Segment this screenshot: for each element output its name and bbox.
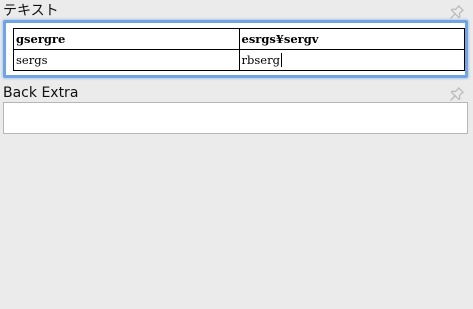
table-cell[interactable]: sergs bbox=[13, 49, 240, 71]
table-row: sergs rbserg bbox=[13, 49, 465, 71]
table-header-row: gsergre esrgs¥sergv bbox=[13, 28, 465, 50]
table-cell[interactable]: esrgs¥sergv bbox=[238, 28, 465, 50]
pin-icon[interactable] bbox=[449, 86, 465, 102]
field-label-text: テキスト bbox=[3, 3, 59, 19]
table-cell-text: rbserg bbox=[241, 53, 280, 67]
field-editor-back-extra[interactable] bbox=[3, 102, 468, 134]
table-cell[interactable]: gsergre bbox=[13, 28, 240, 50]
table-cell-active[interactable]: rbserg bbox=[238, 49, 465, 71]
field-editor-text[interactable]: gsergre esrgs¥sergv sergs rbserg bbox=[3, 20, 468, 78]
table[interactable]: gsergre esrgs¥sergv sergs rbserg bbox=[13, 28, 465, 71]
text-caret bbox=[280, 53, 282, 67]
field-label-back-extra: Back Extra bbox=[3, 85, 79, 101]
pin-icon[interactable] bbox=[449, 4, 465, 20]
